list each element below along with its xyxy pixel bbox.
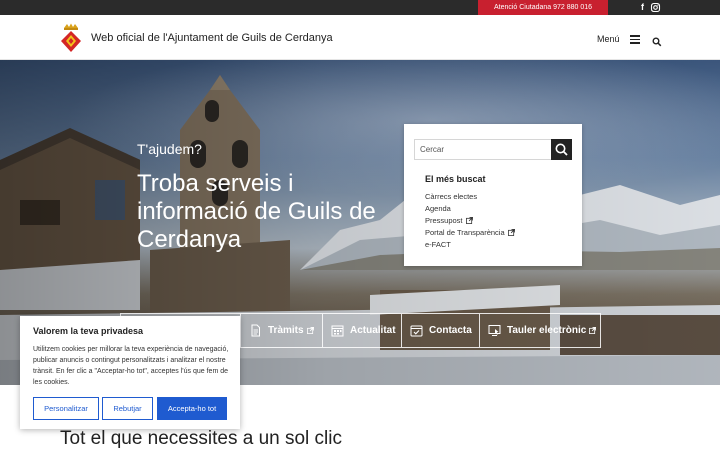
most-searched-list: Càrrecs electes Agenda Pressupost Portal… xyxy=(425,191,515,251)
quick-link-label: Contacta xyxy=(429,325,472,336)
calendar-grid-icon xyxy=(331,325,344,337)
external-link-icon xyxy=(589,327,597,334)
link-label: Portal de Transparència xyxy=(425,228,505,237)
facebook-icon[interactable]: f xyxy=(637,2,648,13)
cookie-title: Valorem la teva privadesa xyxy=(33,326,144,336)
site-header: Web oficial de l'Ajuntament de Guils de … xyxy=(0,15,720,60)
most-searched-link[interactable]: Portal de Transparència xyxy=(425,227,515,239)
quick-link-label: Actualitat xyxy=(350,325,396,336)
quick-link-actualitat[interactable]: Actualitat xyxy=(322,314,401,347)
most-searched-link[interactable]: Agenda xyxy=(425,203,515,215)
hamburger-menu-icon[interactable] xyxy=(630,35,640,44)
search-input[interactable] xyxy=(414,139,552,160)
external-link-icon xyxy=(306,327,314,334)
calendar-check-icon xyxy=(410,325,423,337)
most-searched-title: El més buscat xyxy=(425,174,486,184)
menu-label[interactable]: Menú xyxy=(597,34,620,44)
link-label: Càrrecs electes xyxy=(425,192,478,201)
quick-link-label: Tràmits xyxy=(268,325,304,336)
screen-cursor-icon xyxy=(488,325,501,336)
search-icon[interactable] xyxy=(652,34,662,47)
instagram-icon[interactable] xyxy=(650,2,661,13)
hero-eyebrow: T'ajudem? xyxy=(137,141,202,157)
section-title: Tot el que necessites a un sol clic xyxy=(60,428,342,449)
external-link-icon xyxy=(507,229,515,236)
search-panel: El més buscat Càrrecs electes Agenda Pre… xyxy=(404,124,582,266)
customize-cookies-button[interactable]: Personalitzar xyxy=(33,397,99,420)
top-bar: Atenció Ciutadana 972 880 016 f xyxy=(0,0,720,15)
document-icon xyxy=(251,324,260,337)
external-link-icon xyxy=(465,217,473,224)
search-icon xyxy=(555,143,568,156)
site-title[interactable]: Web oficial de l'Ajuntament de Guils de … xyxy=(91,32,333,44)
municipal-crest-logo[interactable] xyxy=(60,23,82,53)
reject-cookies-button[interactable]: Rebutjar xyxy=(102,397,153,420)
accept-all-cookies-button[interactable]: Accepta-ho tot xyxy=(157,397,227,420)
link-label: Pressupost xyxy=(425,216,463,225)
citizen-service-phone-link[interactable]: Atenció Ciutadana 972 880 016 xyxy=(478,0,608,15)
quick-link-label: Tauler electrònic xyxy=(507,325,587,336)
quick-link-tauler-electronic[interactable]: Tauler electrònic xyxy=(479,314,600,347)
quick-link-contacta[interactable]: Contacta xyxy=(401,314,479,347)
link-label: e-FACT xyxy=(425,240,451,249)
most-searched-link[interactable]: Càrrecs electes xyxy=(425,191,515,203)
most-searched-link[interactable]: Pressupost xyxy=(425,215,515,227)
link-label: Agenda xyxy=(425,204,451,213)
hero-title: Troba serveis i informació de Guils de C… xyxy=(137,170,376,253)
most-searched-link[interactable]: e-FACT xyxy=(425,239,515,251)
quick-link-tramits[interactable]: Tràmits xyxy=(240,314,322,347)
cookie-consent-dialog: Valorem la teva privadesa Utilitzem cook… xyxy=(20,316,240,429)
cookie-body-text: Utilitzem cookies per millorar la teva e… xyxy=(33,346,229,386)
search-submit-button[interactable] xyxy=(551,139,572,160)
